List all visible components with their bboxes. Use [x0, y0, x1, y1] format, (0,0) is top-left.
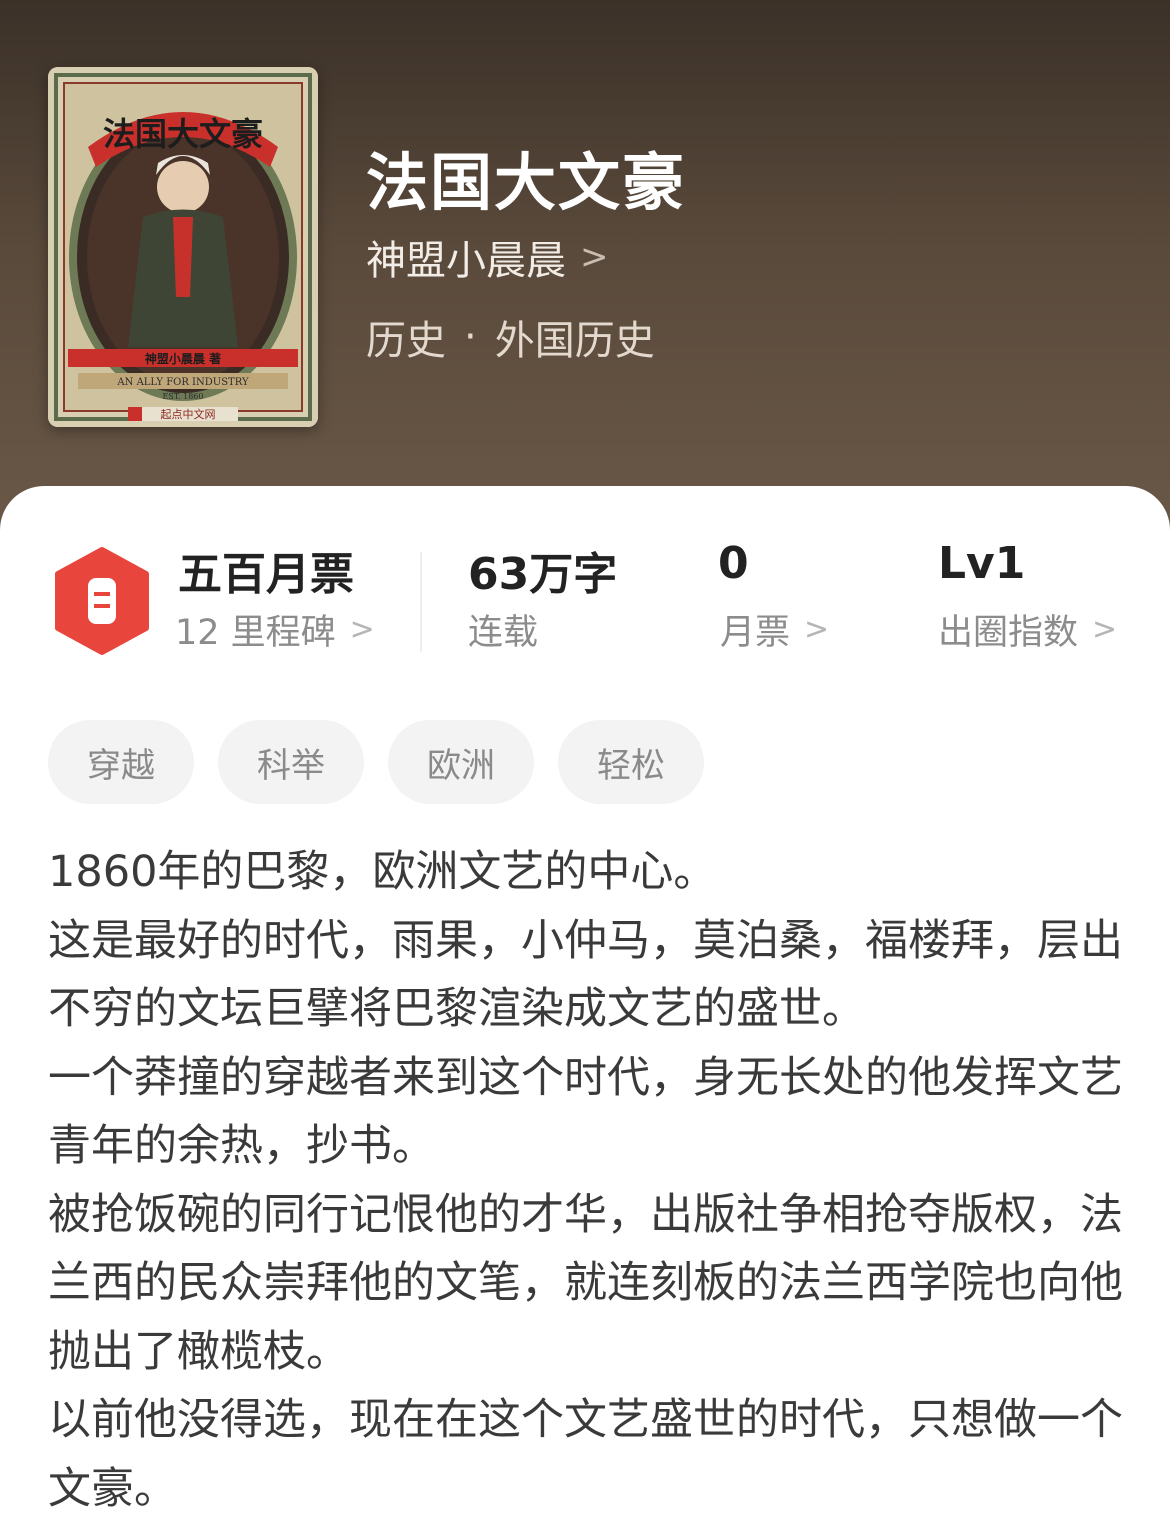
- stats-divider: [420, 552, 422, 652]
- tag-chip[interactable]: 轻松: [558, 720, 704, 804]
- monthly-ticket-link[interactable]: 月票 >: [720, 604, 829, 655]
- tag-list: 穿越 科举 欧洲 轻松: [48, 720, 704, 804]
- genre-info: 历史 · 外国历史: [366, 308, 655, 366]
- synopsis-paragraph: 这是最好的时代，雨果，小仲马，莫泊桑，福楼拜，层出不穷的文坛巨擘将巴黎渲染成文艺…: [48, 915, 1123, 1035]
- book-title: 法国大文豪: [366, 146, 687, 219]
- word-count-value: 63万字: [468, 549, 618, 600]
- influence-link[interactable]: 出圈指数 >: [938, 604, 1117, 655]
- serial-status: 连载: [468, 604, 538, 655]
- detail-sheet: 五百月票 12 里程碑 > 63万字 连载 0 月票 > Lv1 出圈指数 > …: [0, 486, 1170, 1538]
- influence-value: Lv1: [938, 538, 1026, 589]
- author-link[interactable]: 神盟小晨晨 >: [366, 228, 609, 286]
- chevron-right-icon: >: [1092, 612, 1118, 647]
- cover-author-text: 神盟小晨晨 著: [145, 351, 221, 366]
- synopsis-paragraph: 以前他没得选，现在在这个文艺盛世的时代，只想做一个文豪。: [48, 1395, 1123, 1514]
- chevron-right-icon: >: [580, 237, 609, 277]
- chevron-right-icon: >: [349, 612, 375, 647]
- tag-chip[interactable]: 穿越: [48, 720, 194, 804]
- monthly-ticket-value: 0: [718, 538, 749, 589]
- synopsis-paragraph: 被抢饭碗的同行记恨他的才华，出版社争相抢夺版权，法兰西的民众崇拜他的文笔，就连刻…: [48, 1189, 1123, 1377]
- book-cover-image[interactable]: 法国大文豪 神盟小晨晨 著 AN ALLY FOR INDUSTRY EST. …: [48, 67, 318, 427]
- synopsis-text: 1860年的巴黎，欧洲文艺的中心。 这是最好的时代，雨果，小仲马，莫泊桑，福楼拜…: [48, 838, 1128, 1523]
- book-header: 法国大文豪 神盟小晨晨 著 AN ALLY FOR INDUSTRY EST. …: [0, 0, 1170, 560]
- cover-illustration: 法国大文豪 神盟小晨晨 著 AN ALLY FOR INDUSTRY EST. …: [48, 67, 318, 427]
- milestone-link[interactable]: 12 里程碑 >: [175, 604, 375, 655]
- category-label: 历史: [366, 318, 446, 364]
- cover-title-text: 法国大文豪: [103, 115, 263, 153]
- synopsis-paragraph: 1860年的巴黎，欧洲文艺的中心。: [48, 847, 717, 897]
- stats-row: 五百月票 12 里程碑 > 63万字 连载 0 月票 > Lv1 出圈指数 >: [0, 538, 1170, 676]
- cover-est-text: EST. 1860: [163, 392, 204, 401]
- synopsis-paragraph: 一个莽撞的穿越者来到这个时代，身无长处的他发挥文艺青年的余热，抄书。: [48, 1052, 1123, 1172]
- monthly-ticket-label: 月票: [720, 613, 791, 653]
- cover-publisher-text: 起点中文网: [161, 407, 216, 421]
- serial-label: 连载: [468, 613, 539, 653]
- influence-label: 出圈指数: [938, 613, 1079, 653]
- tag-chip[interactable]: 科举: [218, 720, 364, 804]
- subcategory-label: 外国历史: [494, 318, 655, 364]
- cover-banner-text: AN ALLY FOR INDUSTRY: [116, 377, 249, 388]
- author-name: 神盟小晨晨: [366, 238, 566, 284]
- milestone-label: 12 里程碑: [175, 613, 336, 653]
- tag-chip[interactable]: 欧洲: [388, 720, 534, 804]
- separator-dot: ·: [464, 314, 477, 360]
- chevron-right-icon: >: [804, 612, 830, 647]
- milestone-value: 五百月票: [178, 549, 354, 600]
- milestone-badge-icon[interactable]: [52, 546, 152, 656]
